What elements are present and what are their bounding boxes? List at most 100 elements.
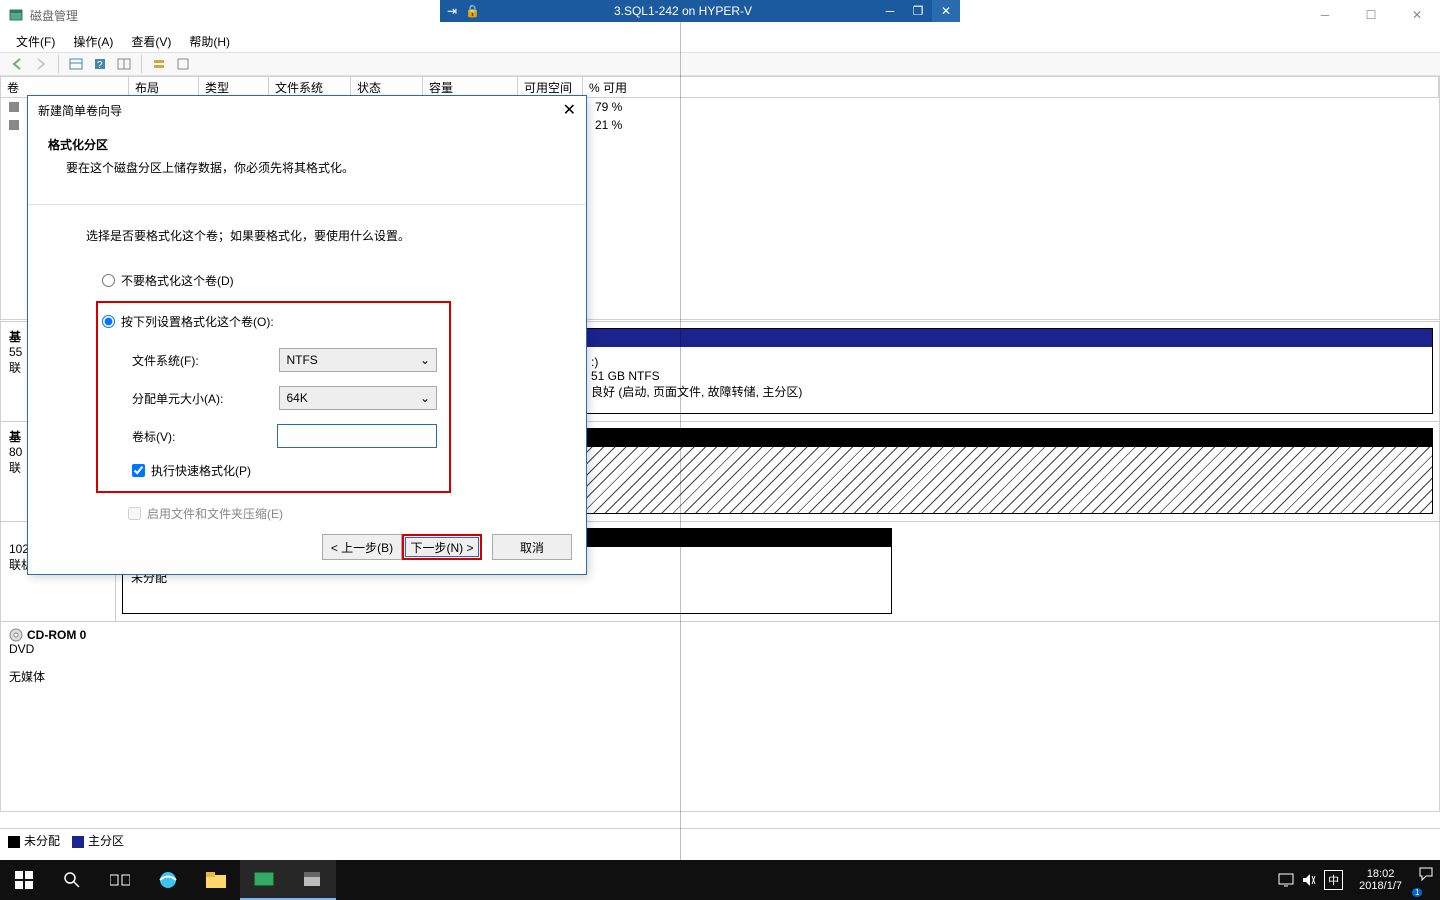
format-options-highlight: 按下列设置格式化这个卷(O): 文件系统(F): NTFS ⌄ 分配单元大小(A…: [96, 301, 451, 493]
task-view-button[interactable]: [96, 860, 144, 900]
hyperv-restore-button[interactable]: ❐: [904, 0, 932, 22]
menubar: 文件(F) 操作(A) 查看(V) 帮助(H): [0, 30, 1440, 52]
toolbar-btn-1[interactable]: [65, 54, 87, 74]
close-button[interactable]: ✕: [1394, 0, 1440, 30]
menu-view[interactable]: 查看(V): [123, 31, 179, 52]
radio-format-label: 按下列设置格式化这个卷(O):: [121, 313, 274, 330]
taskbar-disk-mgmt[interactable]: [288, 860, 336, 900]
compress-checkbox: [128, 507, 141, 520]
volume-label-input[interactable]: [277, 424, 437, 448]
search-button[interactable]: [48, 860, 96, 900]
toolbar-btn-4[interactable]: [148, 54, 170, 74]
pin-icon[interactable]: ⇥: [447, 4, 457, 18]
cdrom-name: CD-ROM 0: [27, 628, 86, 642]
radio-format[interactable]: [102, 315, 115, 328]
fs-select[interactable]: NTFS ⌄: [279, 348, 437, 372]
disk-row-cdrom: CD-ROM 0 DVD 无媒体: [1, 622, 1439, 722]
au-select[interactable]: 64K ⌄: [279, 386, 437, 410]
back-button[interactable]: < 上一步(B): [322, 534, 402, 560]
cdrom-icon: [9, 628, 23, 642]
vl-label: 卷标(V):: [132, 428, 277, 445]
app-icon: [8, 7, 24, 23]
row-percent: 79 %: [595, 100, 622, 114]
partition-status: 良好 (启动, 页面文件, 故障转储, 主分区): [591, 383, 1424, 400]
cancel-button[interactable]: 取消: [492, 534, 572, 560]
legend-primary: 主分区: [88, 834, 124, 848]
tray-clock[interactable]: 18:02 2018/1/7: [1359, 868, 1402, 892]
radio-format-row[interactable]: 按下列设置格式化这个卷(O):: [102, 313, 437, 330]
volume-icon: [9, 120, 19, 130]
radio-no-format[interactable]: [102, 274, 115, 287]
legend-swatch-primary: [72, 836, 84, 848]
au-label: 分配单元大小(A):: [132, 390, 279, 407]
col-layout[interactable]: 布局: [129, 77, 199, 97]
taskbar-server-manager[interactable]: [240, 860, 288, 900]
hyperv-title: 3.SQL1-242 on HYPER-V: [490, 4, 876, 18]
system-tray: 中 18:02 2018/1/7 1: [1278, 860, 1434, 900]
taskbar: 中 18:02 2018/1/7 1: [0, 860, 1440, 900]
svg-text:?: ?: [97, 60, 103, 71]
maximize-button[interactable]: ☐: [1348, 0, 1394, 30]
wizard-heading: 格式化分区: [48, 136, 566, 153]
hyperv-connection-bar: ⇥ 🔒 3.SQL1-242 on HYPER-V ─ ❐ ✕: [440, 0, 960, 22]
fs-value: NTFS: [286, 353, 317, 367]
col-capacity[interactable]: 容量: [423, 77, 518, 97]
legend-unalloc: 未分配: [24, 834, 60, 848]
menu-file[interactable]: 文件(F): [8, 31, 63, 52]
wizard-subtext: 要在这个磁盘分区上储存数据，你必须先将其格式化。: [66, 159, 566, 176]
hyperv-minimize-button[interactable]: ─: [876, 0, 904, 22]
tray-time: 18:02: [1359, 868, 1402, 880]
col-free[interactable]: 可用空间: [518, 77, 583, 97]
compress-label: 启用文件和文件夹压缩(E): [147, 505, 283, 522]
partition-size: 51 GB NTFS: [591, 369, 1424, 383]
app-title: 磁盘管理: [30, 7, 78, 24]
chevron-down-icon: ⌄: [420, 391, 430, 405]
next-button[interactable]: 下一步(N) >: [402, 534, 482, 560]
taskbar-explorer[interactable]: [192, 860, 240, 900]
refresh-button[interactable]: ?: [89, 54, 111, 74]
tray-ime[interactable]: 中: [1324, 870, 1343, 890]
col-volume[interactable]: 卷: [1, 77, 129, 97]
radio-no-format-row[interactable]: 不要格式化这个卷(D): [102, 272, 566, 289]
tray-date: 2018/1/7: [1359, 880, 1402, 892]
quick-format-checkbox[interactable]: [132, 464, 145, 477]
row-percent: 21 %: [595, 118, 622, 132]
lock-icon: 🔒: [465, 4, 480, 18]
wizard-close-button[interactable]: ✕: [563, 100, 576, 120]
au-value: 64K: [286, 391, 307, 405]
col-percent[interactable]: % 可用: [583, 77, 1439, 97]
partition-label: :): [591, 355, 1424, 369]
cdrom-status: 无媒体: [9, 668, 108, 685]
menu-help[interactable]: 帮助(H): [181, 31, 238, 52]
tray-network-icon[interactable]: [1278, 873, 1294, 887]
new-simple-volume-wizard: 新建简单卷向导 ✕ 格式化分区 要在这个磁盘分区上储存数据，你必须先将其格式化。…: [27, 95, 587, 575]
wizard-instruction: 选择是否要格式化这个卷；如果要格式化，要使用什么设置。: [86, 227, 566, 244]
wizard-title: 新建简单卷向导: [38, 102, 122, 119]
forward-button[interactable]: [30, 54, 52, 74]
volume-icon: [9, 102, 19, 112]
legend-bar: 未分配 主分区: [0, 828, 1440, 852]
menu-action[interactable]: 操作(A): [65, 31, 121, 52]
tray-action-center-icon[interactable]: 1: [1418, 866, 1434, 894]
taskbar-ie[interactable]: [144, 860, 192, 900]
tray-volume-icon[interactable]: [1302, 873, 1316, 887]
partition-box[interactable]: :) 51 GB NTFS 良好 (启动, 页面文件, 故障转储, 主分区): [582, 328, 1433, 414]
radio-no-format-label: 不要格式化这个卷(D): [121, 272, 234, 289]
start-button[interactable]: [0, 860, 48, 900]
quick-format-label: 执行快速格式化(P): [151, 462, 251, 479]
cdrom-type: DVD: [9, 642, 108, 656]
back-button[interactable]: [6, 54, 28, 74]
col-status[interactable]: 状态: [351, 77, 423, 97]
minimize-button[interactable]: ─: [1302, 0, 1348, 30]
hyperv-close-button[interactable]: ✕: [932, 0, 960, 22]
toolbar-btn-5[interactable]: [172, 54, 194, 74]
toolbar-btn-3[interactable]: [113, 54, 135, 74]
compress-row: 启用文件和文件夹压缩(E): [128, 505, 566, 522]
legend-swatch-unalloc: [8, 836, 20, 848]
col-fs[interactable]: 文件系统: [269, 77, 351, 97]
col-type[interactable]: 类型: [199, 77, 269, 97]
toolbar: ?: [0, 52, 1440, 76]
fs-label: 文件系统(F):: [132, 352, 279, 369]
chevron-down-icon: ⌄: [420, 353, 430, 367]
vm-window-edge: [680, 22, 681, 860]
